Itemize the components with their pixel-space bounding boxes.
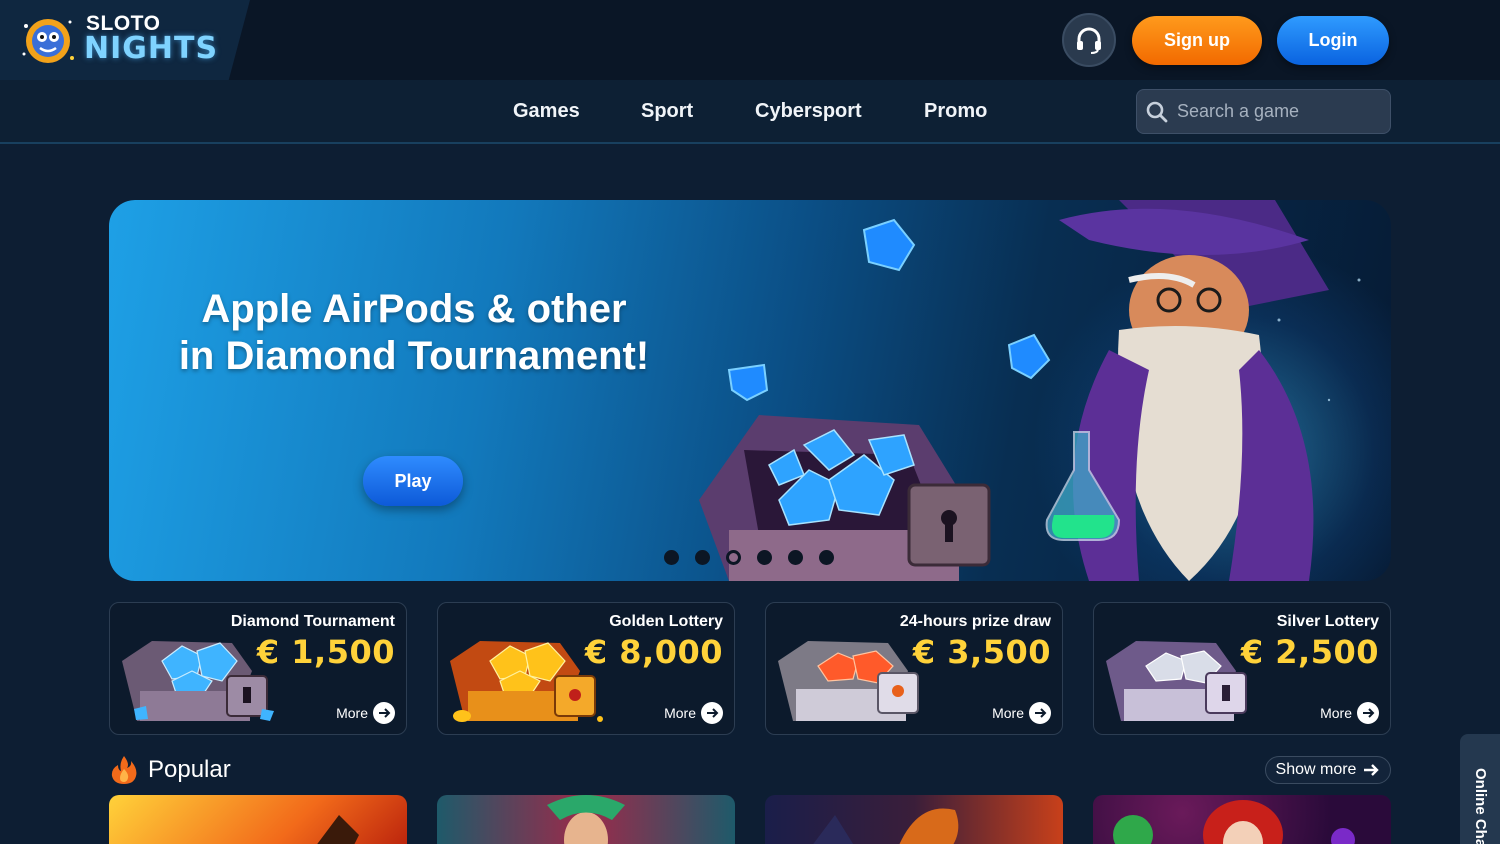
nav-item-games[interactable]: Games xyxy=(513,100,580,123)
promo-card-golden-lottery[interactable]: Golden Lottery € 8,000 More xyxy=(437,602,735,735)
promo-card-amount: € 2,500 xyxy=(1240,633,1379,671)
game-thumbnail[interactable] xyxy=(765,795,1063,844)
fire-icon xyxy=(111,756,137,784)
slide-dot[interactable] xyxy=(788,550,803,565)
arrow-right-icon xyxy=(1029,702,1051,724)
promo-card-title: Diamond Tournament xyxy=(230,613,395,630)
search-input[interactable] xyxy=(1177,101,1377,122)
promo-card-title: Silver Lottery xyxy=(1276,613,1379,630)
promo-more-label: More xyxy=(664,705,696,721)
diamond-chest-icon xyxy=(122,641,274,721)
show-more-label: Show more xyxy=(1275,761,1357,778)
game-art-fire xyxy=(317,815,359,844)
slide-dots xyxy=(664,550,834,565)
promo-card-title: Golden Lottery xyxy=(609,613,723,630)
arrow-right-icon xyxy=(373,702,395,724)
online-chat-tab[interactable]: Online Chat xyxy=(1460,734,1500,844)
promo-card-amount: € 1,500 xyxy=(256,633,395,671)
game-art-fruit-lady xyxy=(1113,800,1355,844)
support-button[interactable] xyxy=(1062,13,1116,67)
promo-card-title: 24-hours prize draw xyxy=(899,613,1051,630)
logo-text-nights: NIGHTS xyxy=(84,31,219,66)
arrow-right-icon xyxy=(1357,702,1379,724)
signup-button[interactable]: Sign up xyxy=(1132,16,1262,65)
headset-icon xyxy=(1077,27,1101,54)
popular-section-header: Popular xyxy=(110,755,231,785)
nav-item-sport[interactable]: Sport xyxy=(641,100,693,123)
promo-card-amount: € 8,000 xyxy=(584,633,723,671)
popular-title: Popular xyxy=(148,756,231,783)
promo-card-silver-lottery[interactable]: Silver Lottery € 2,500 More xyxy=(1093,602,1391,735)
online-chat-label: Online Chat xyxy=(1472,768,1489,844)
hero-banner[interactable]: Apple AirPods & other in Diamond Tournam… xyxy=(109,200,1391,581)
search-box[interactable] xyxy=(1136,89,1391,134)
game-art-cowboy xyxy=(813,808,959,844)
promo-more-label: More xyxy=(336,705,368,721)
play-button[interactable]: Play xyxy=(363,456,463,506)
nav-item-cybersport[interactable]: Cybersport xyxy=(755,100,862,123)
game-thumbnail[interactable] xyxy=(1093,795,1391,844)
logo-mascot-icon xyxy=(22,19,74,63)
promo-card-diamond-tournament[interactable]: Diamond Tournament € 1,500 More xyxy=(109,602,407,735)
game-art-goddess xyxy=(547,795,625,844)
ruby-chest-icon xyxy=(778,641,919,721)
show-more-button[interactable]: Show more xyxy=(1265,756,1391,784)
promo-more-link[interactable]: More xyxy=(336,702,395,724)
gold-chest-icon xyxy=(450,641,603,722)
slide-dot[interactable] xyxy=(664,550,679,565)
slide-dot-active[interactable] xyxy=(726,550,741,565)
top-bar: SLOTO NIGHTS Sign up Login xyxy=(0,0,1500,94)
wizard-treasure-illustration xyxy=(699,200,1361,581)
promo-more-link[interactable]: More xyxy=(992,702,1051,724)
promo-card-amount: € 3,500 xyxy=(912,633,1051,671)
game-thumbnail[interactable] xyxy=(109,795,407,844)
main-nav: Games Sport Cybersport Promo xyxy=(0,80,1500,144)
promo-more-label: More xyxy=(992,705,1024,721)
slide-dot[interactable] xyxy=(819,550,834,565)
silver-chest-icon xyxy=(1106,641,1247,721)
banner-title-line-1: Apple AirPods & other xyxy=(201,287,627,331)
banner-title: Apple AirPods & other in Diamond Tournam… xyxy=(159,286,669,380)
arrow-right-icon xyxy=(701,702,723,724)
promo-more-link[interactable]: More xyxy=(1320,702,1379,724)
arrow-right-icon xyxy=(1364,764,1380,776)
slide-dot[interactable] xyxy=(757,550,772,565)
slide-dot[interactable] xyxy=(695,550,710,565)
promo-more-link[interactable]: More xyxy=(664,702,723,724)
nav-item-promo[interactable]: Promo xyxy=(924,100,987,123)
game-thumbnail[interactable] xyxy=(437,795,735,844)
promo-card-24-hours-prize-draw[interactable]: 24-hours prize draw € 3,500 More xyxy=(765,602,1063,735)
search-icon xyxy=(1146,101,1168,122)
login-button[interactable]: Login xyxy=(1277,16,1389,65)
promo-more-label: More xyxy=(1320,705,1352,721)
banner-title-line-2: in Diamond Tournament! xyxy=(178,334,650,378)
